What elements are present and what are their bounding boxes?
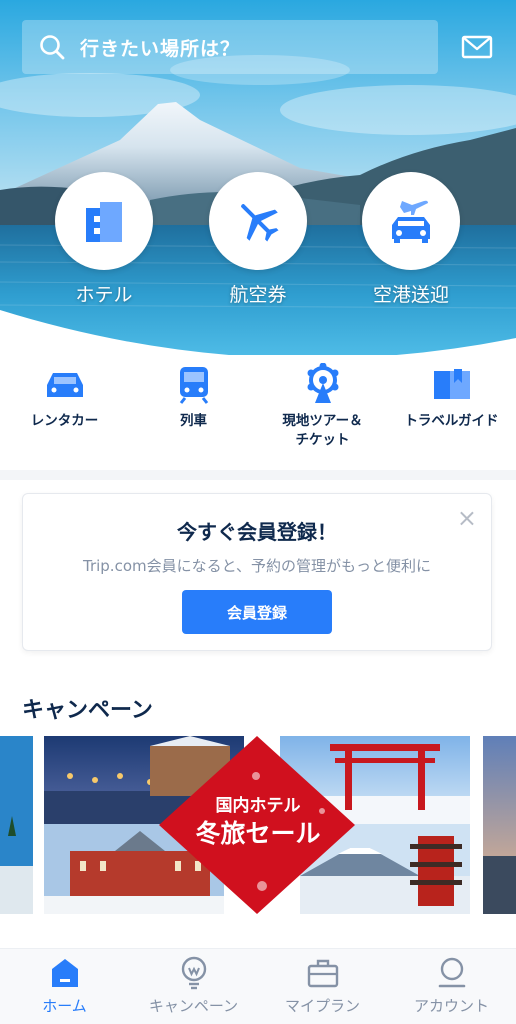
travel-guide-label: トラベルガイド	[404, 413, 499, 429]
ferris-wheel-icon	[258, 362, 387, 406]
tab-account[interactable]: アカウント	[387, 955, 516, 1016]
hotel-button[interactable]: ホテル	[54, 172, 154, 307]
hotel-icon	[55, 172, 153, 270]
car-rental-label: レンタカー	[30, 413, 99, 429]
train-label: 列車	[180, 413, 207, 429]
tab-campaign-label: キャンペーン	[148, 997, 239, 1015]
quick-nav-train[interactable]: 列車	[129, 362, 258, 431]
search-icon	[40, 35, 65, 60]
airport-transfer-button[interactable]: 空港送迎	[361, 172, 461, 307]
airport-transfer-icon	[362, 172, 460, 270]
briefcase-icon	[258, 955, 387, 991]
tab-campaign[interactable]: キャンペーン	[129, 955, 258, 1016]
member-card-title: 今すぐ会員登録！	[177, 520, 337, 544]
banner-line1: 国内ホテル	[216, 795, 301, 815]
tab-account-label: アカウント	[413, 997, 489, 1015]
tab-home[interactable]: ホーム	[0, 955, 129, 1016]
tours-tickets-label-line2: チケット	[295, 432, 350, 448]
tab-my-plan[interactable]: マイプラン	[258, 955, 387, 1016]
tours-tickets-label-line1: 現地ツアー＆	[282, 413, 363, 429]
banner-line2: 冬旅セール	[195, 819, 320, 848]
section-divider	[0, 470, 516, 480]
mail-icon[interactable]	[461, 34, 493, 60]
search-input[interactable]: 行きたい場所は？	[22, 20, 438, 74]
train-icon	[129, 362, 258, 406]
airplane-icon	[209, 172, 307, 270]
hero-banner: 行きたい場所は？ ホテル 航空券 空港送迎	[0, 0, 516, 355]
signup-button[interactable]: 会員登録	[182, 590, 332, 634]
tab-home-label: ホーム	[42, 997, 87, 1015]
campaign-section-title: キャンペーン	[22, 698, 153, 723]
campaign-banner-image[interactable]: 国内ホテル 冬旅セール	[0, 736, 516, 914]
member-card-description: Trip.com会員になると、予約の管理がもっと便利に	[82, 557, 432, 575]
flights-button[interactable]: 航空券	[208, 172, 308, 307]
quick-nav-tours-tickets[interactable]: 現地ツアー＆ チケット	[258, 362, 387, 450]
hotel-label: ホテル	[75, 284, 133, 306]
car-icon	[0, 362, 129, 406]
campaign-carousel[interactable]: 国内ホテル 冬旅セール	[0, 736, 516, 914]
guidebook-icon	[387, 362, 516, 406]
quick-nav-travel-guide[interactable]: トラベルガイド	[387, 362, 516, 431]
airport-transfer-label: 空港送迎	[372, 284, 449, 306]
tours-tickets-label: 現地ツアー＆ チケット	[258, 412, 387, 450]
home-icon	[0, 955, 129, 991]
member-signup-card: × 今すぐ会員登録！ Trip.com会員になると、予約の管理がもっと便利に 会…	[22, 493, 492, 651]
lightbulb-icon	[129, 955, 258, 991]
tab-my-plan-label: マイプラン	[284, 997, 360, 1015]
close-icon[interactable]: ×	[457, 506, 477, 530]
flights-label: 航空券	[229, 284, 287, 306]
account-icon	[387, 955, 516, 991]
quick-nav: レンタカー 列車 現地ツアー＆ チケット トラベルガイド	[0, 362, 516, 470]
search-placeholder: 行きたい場所は？	[80, 37, 241, 60]
bottom-tab-bar: ホーム キャンペーン マイプラン アカウント	[0, 948, 516, 1024]
quick-nav-car-rental[interactable]: レンタカー	[0, 362, 129, 431]
